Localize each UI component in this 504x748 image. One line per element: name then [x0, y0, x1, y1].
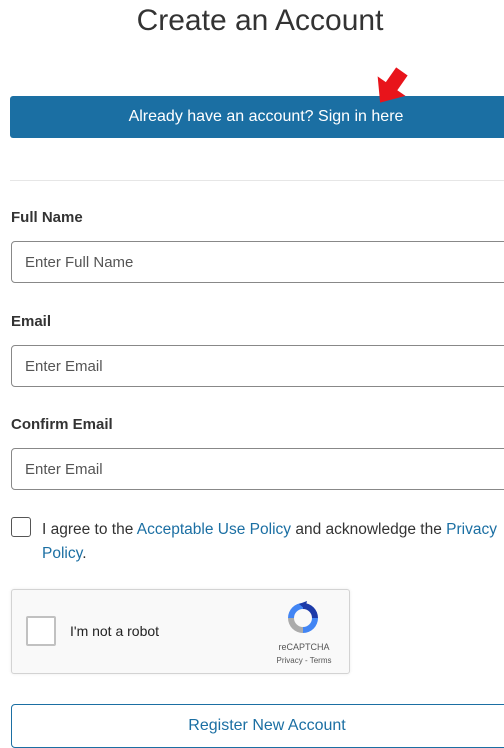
recaptcha-widget: I'm not a robot reCAPTCHA Privacy - Term… — [11, 589, 350, 674]
recaptcha-label: I'm not a robot — [70, 623, 160, 639]
acceptable-use-policy-link[interactable]: Acceptable Use Policy — [137, 521, 291, 538]
agreement-text-part-2: and acknowledge the — [291, 521, 447, 538]
page-title: Create an Account — [136, 4, 384, 37]
recaptcha-brand: reCAPTCHA — [278, 642, 330, 652]
agreement-text: I agree to the Acceptable Use Policy and… — [42, 518, 502, 566]
register-button[interactable]: Register New Account — [11, 704, 504, 748]
recaptcha-links[interactable]: Privacy - Terms — [264, 656, 344, 665]
agree-checkbox[interactable] — [11, 517, 31, 537]
full-name-label: Full Name — [11, 209, 83, 226]
sign-in-button[interactable]: Already have an account? Sign in here — [10, 96, 504, 138]
recaptcha-checkbox[interactable] — [26, 616, 56, 646]
recaptcha-logo-icon — [288, 601, 318, 633]
confirm-email-label: Confirm Email — [11, 416, 113, 433]
agreement-text-part-1: I agree to the — [42, 521, 137, 538]
full-name-input[interactable] — [11, 241, 504, 283]
email-input[interactable] — [11, 345, 504, 387]
red-arrow-annotation-icon — [377, 67, 408, 103]
email-label: Email — [11, 313, 52, 330]
confirm-email-input[interactable] — [11, 448, 504, 490]
agreement-text-part-3: . — [82, 545, 87, 562]
section-divider — [10, 180, 504, 181]
